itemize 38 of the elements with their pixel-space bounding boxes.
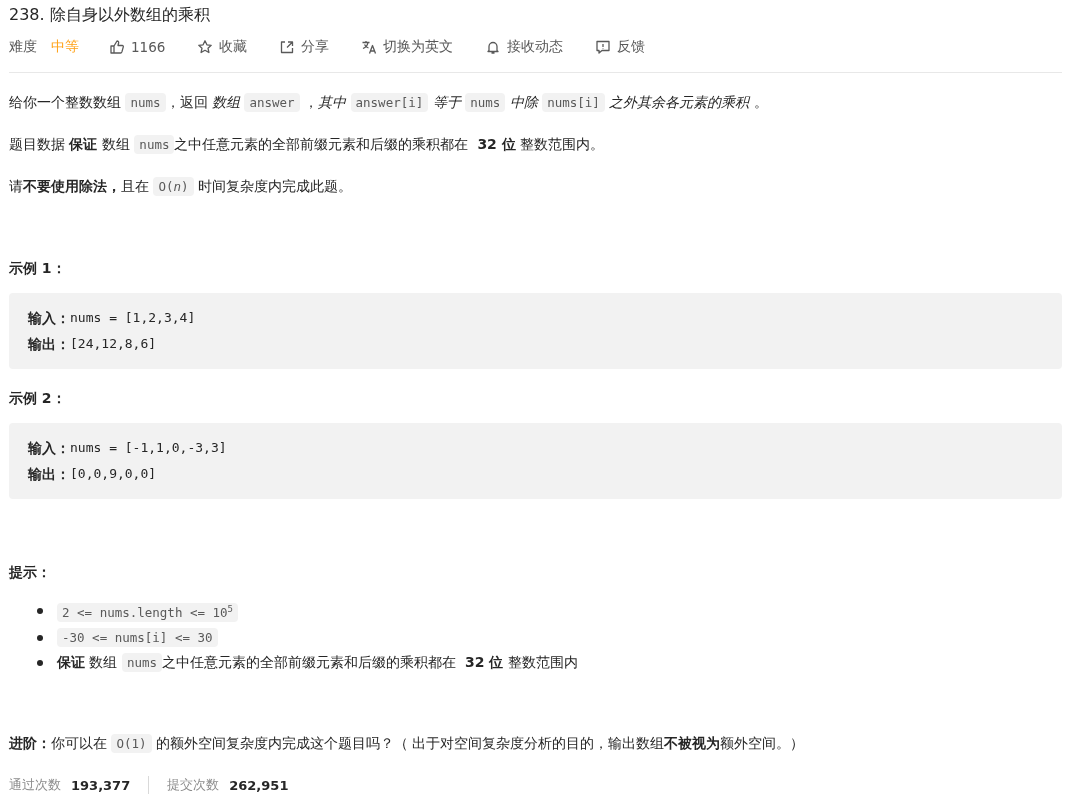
difficulty-label: 难度 [9, 38, 37, 56]
problem-title: 238. 除自身以外数组的乘积 [9, 4, 211, 26]
feedback-button[interactable]: 反馈 [595, 38, 646, 56]
example-label: 输入： [28, 439, 70, 458]
example-heading: 示例 2： [9, 389, 67, 408]
bell-icon [485, 39, 502, 55]
example-value: [0,0,9,0,0] [70, 465, 157, 483]
example-label: 输入： [28, 309, 70, 328]
bullet-icon [37, 608, 43, 615]
follow-up-text: 进阶：你可以在 O(1) 的额外空间复杂度内完成这个题目吗？（ 出于对空间复杂度分析的目的，输出数组不被视为额外空间。） [9, 733, 806, 756]
bullet-icon [37, 634, 43, 641]
example-value: nums = [-1,1,0,-3,3] [70, 439, 227, 457]
feedback-icon [595, 39, 612, 55]
like-button[interactable]: 1166 [109, 39, 166, 55]
thumbs-up-icon [109, 39, 125, 55]
translate-icon [361, 39, 378, 55]
stat-label: 提交次数 [167, 776, 220, 795]
bullet-icon [37, 659, 43, 666]
stat-value: 262,951 [229, 777, 289, 793]
example-label: 输出： [28, 465, 70, 484]
share-icon [279, 39, 296, 55]
share-button[interactable]: 分享 [279, 38, 330, 56]
star-button[interactable]: 收藏 [197, 38, 248, 56]
difficulty-value: 中等 [51, 38, 79, 56]
translate-button[interactable]: 切换为英文 [361, 38, 454, 56]
stat-value: 193,377 [71, 777, 131, 793]
description-paragraph: 给你一个整数数组 nums ，返回 数组 answer ，其中 answer[i] 等于 nums 中除 nums[i] 之外其余各元素的乘积 。 [9, 92, 769, 114]
example-label: 输出： [28, 335, 70, 354]
description-paragraph: 题目数据 保证 数组 nums 之中任意元素的全部前缀元素和后缀的乘积都在 32 位 整数范围内。 [9, 134, 606, 156]
hints-heading: 提示： [9, 563, 52, 582]
example-value: [24,12,8,6] [70, 335, 157, 353]
star-icon [197, 39, 214, 55]
example-value: nums = [1,2,3,4] [70, 309, 196, 327]
description-paragraph: 请不要使用除法，且在 O(n) 时间复杂度内完成此题。 [9, 176, 354, 198]
bell-button[interactable]: 接收动态 [485, 38, 564, 56]
stat-label: 通过次数 [9, 776, 61, 795]
example-heading: 示例 1： [9, 259, 67, 278]
hint-text: 保证 数组 nums 之中任意元素的全部前缀元素和后缀的乘积都在 32 位 整数范围内 [57, 652, 578, 675]
